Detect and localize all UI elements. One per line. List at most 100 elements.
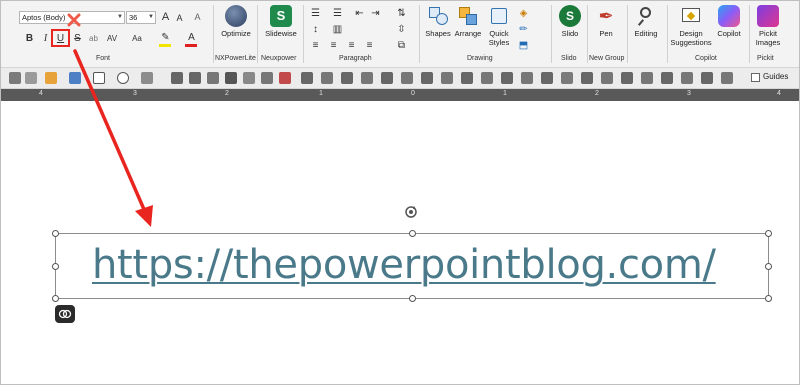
rotate-handle-icon[interactable] <box>404 205 418 219</box>
text-shadow-button[interactable]: ab <box>87 32 100 45</box>
resize-handle[interactable] <box>52 263 59 270</box>
guides-checkbox[interactable] <box>751 73 760 82</box>
shape-fill-icon[interactable]: ◈ <box>517 7 530 20</box>
toolbar-icon[interactable] <box>701 72 713 84</box>
toolbar-icon[interactable] <box>243 72 255 84</box>
font-name-value: Aptos (Body) <box>22 13 66 22</box>
toolbar-icon[interactable] <box>601 72 613 84</box>
shape-outline-icon[interactable]: ✏ <box>517 23 530 36</box>
resize-handle[interactable] <box>409 295 416 302</box>
toolbar-icon[interactable] <box>721 72 733 84</box>
align-right-icon[interactable]: ≡ <box>345 39 358 52</box>
shrink-font-button[interactable]: A <box>173 12 186 25</box>
toolbar-icon[interactable] <box>321 72 333 84</box>
toolbar-icon[interactable] <box>189 72 201 84</box>
divider <box>749 5 750 63</box>
arrange-button[interactable]: Arrange <box>453 5 483 38</box>
justify-icon[interactable]: ≡ <box>363 39 376 52</box>
bullets-icon[interactable]: ☰ <box>309 7 322 20</box>
shapes-icon <box>427 5 449 27</box>
toolbar-icon[interactable] <box>225 72 237 84</box>
toolbar-icon[interactable] <box>25 72 37 84</box>
divider <box>257 5 258 63</box>
font-size-combo[interactable]: 36 ▼ <box>126 11 156 24</box>
toolbar-icon[interactable] <box>261 72 273 84</box>
numbering-icon[interactable]: ☰ <box>331 7 344 20</box>
smartart-icon[interactable]: ⧉ <box>395 39 408 52</box>
toolbar-icon[interactable] <box>301 72 313 84</box>
slido-button[interactable]: S Slido <box>557 5 583 38</box>
fill-color-icon[interactable] <box>45 72 57 84</box>
toolbar-icon[interactable] <box>481 72 493 84</box>
bold-button[interactable]: B <box>23 32 36 45</box>
toolbar-icon[interactable] <box>521 72 533 84</box>
copilot-button[interactable]: Copilot <box>713 5 745 38</box>
resize-handle[interactable] <box>765 263 772 270</box>
toolbar-icon[interactable] <box>9 72 21 84</box>
toolbar-icon[interactable] <box>541 72 553 84</box>
toolbar-icon[interactable] <box>641 72 653 84</box>
divider <box>213 5 214 63</box>
quick-toolbar: Guides <box>1 67 799 89</box>
paragraph-group-label: Paragraph <box>339 55 372 62</box>
toolbar-icon[interactable] <box>621 72 633 84</box>
optimize-button[interactable]: Optimize <box>217 5 255 38</box>
editing-button[interactable]: Editing <box>631 5 661 38</box>
toolbar-icon[interactable] <box>501 72 513 84</box>
clear-format-button[interactable]: A <box>191 11 204 24</box>
toolbar-icon[interactable] <box>207 72 219 84</box>
shapes-button[interactable]: Shapes <box>425 5 451 38</box>
highlighter-icon[interactable]: ✎ <box>159 31 172 44</box>
increase-indent-icon[interactable]: ⇥ <box>369 7 382 20</box>
shape-icon[interactable] <box>93 72 105 84</box>
toolbar-icon[interactable] <box>361 72 373 84</box>
align-left-icon[interactable]: ≡ <box>309 39 322 52</box>
slide-canvas[interactable]: https://thepowerpointblog.com/ <box>1 101 799 384</box>
align-center-icon[interactable]: ≡ <box>327 39 340 52</box>
toolbar-icon[interactable] <box>561 72 573 84</box>
resize-handle[interactable] <box>52 230 59 237</box>
pen-button[interactable]: ✒ Pen <box>593 5 619 38</box>
text-direction-icon[interactable]: ⇅ <box>395 7 408 20</box>
decrease-indent-icon[interactable]: ⇤ <box>353 7 366 20</box>
resize-handle[interactable] <box>765 295 772 302</box>
outline-icon[interactable] <box>69 72 81 84</box>
character-spacing-button[interactable]: AV <box>103 32 121 45</box>
toolbar-icon[interactable] <box>401 72 413 84</box>
strikethrough-button[interactable]: S <box>71 32 84 45</box>
toolbar-icon[interactable] <box>381 72 393 84</box>
pickit-images-button[interactable]: Pickit Images <box>753 5 783 47</box>
grow-font-button[interactable]: A <box>159 11 172 24</box>
toolbar-icon[interactable] <box>581 72 593 84</box>
design-suggestions-button[interactable]: Design Suggestions <box>669 5 713 47</box>
resize-handle[interactable] <box>409 230 416 237</box>
toolbar-icon[interactable] <box>441 72 453 84</box>
columns-icon[interactable]: ▥ <box>331 23 344 36</box>
change-case-button[interactable]: Aa <box>129 32 145 45</box>
ruler-mark: 3 <box>133 90 137 97</box>
toolbar-icon[interactable] <box>461 72 473 84</box>
toolbar-icon[interactable] <box>279 72 291 84</box>
quick-styles-button[interactable]: Quick Styles <box>485 5 513 47</box>
optimize-icon <box>225 5 247 27</box>
design-suggestions-label: Design Suggestions <box>670 29 712 47</box>
toolbar-icon[interactable] <box>141 72 153 84</box>
resize-handle[interactable] <box>765 230 772 237</box>
font-color-button[interactable]: A <box>185 31 198 44</box>
nxpowerlite-group-label: NXPowerLite <box>215 55 256 62</box>
toolbar-icon[interactable] <box>171 72 183 84</box>
line-spacing-icon[interactable]: ↕ <box>309 23 322 36</box>
slidewise-button[interactable]: S Slidewise <box>263 5 299 38</box>
hyperlink-text[interactable]: https://thepowerpointblog.com/ <box>92 242 716 288</box>
toolbar-icon[interactable] <box>661 72 673 84</box>
shape-icon[interactable] <box>117 72 129 84</box>
drawing-group-label: Drawing <box>467 55 493 62</box>
align-text-icon[interactable]: ⇳ <box>395 23 408 36</box>
text-box[interactable]: https://thepowerpointblog.com/ <box>52 230 772 302</box>
shape-effects-icon[interactable]: ⬒ <box>517 39 530 52</box>
toolbar-icon[interactable] <box>341 72 353 84</box>
toolbar-icon[interactable] <box>681 72 693 84</box>
resize-handle[interactable] <box>52 295 59 302</box>
copilot-icon[interactable] <box>55 305 75 323</box>
toolbar-icon[interactable] <box>421 72 433 84</box>
